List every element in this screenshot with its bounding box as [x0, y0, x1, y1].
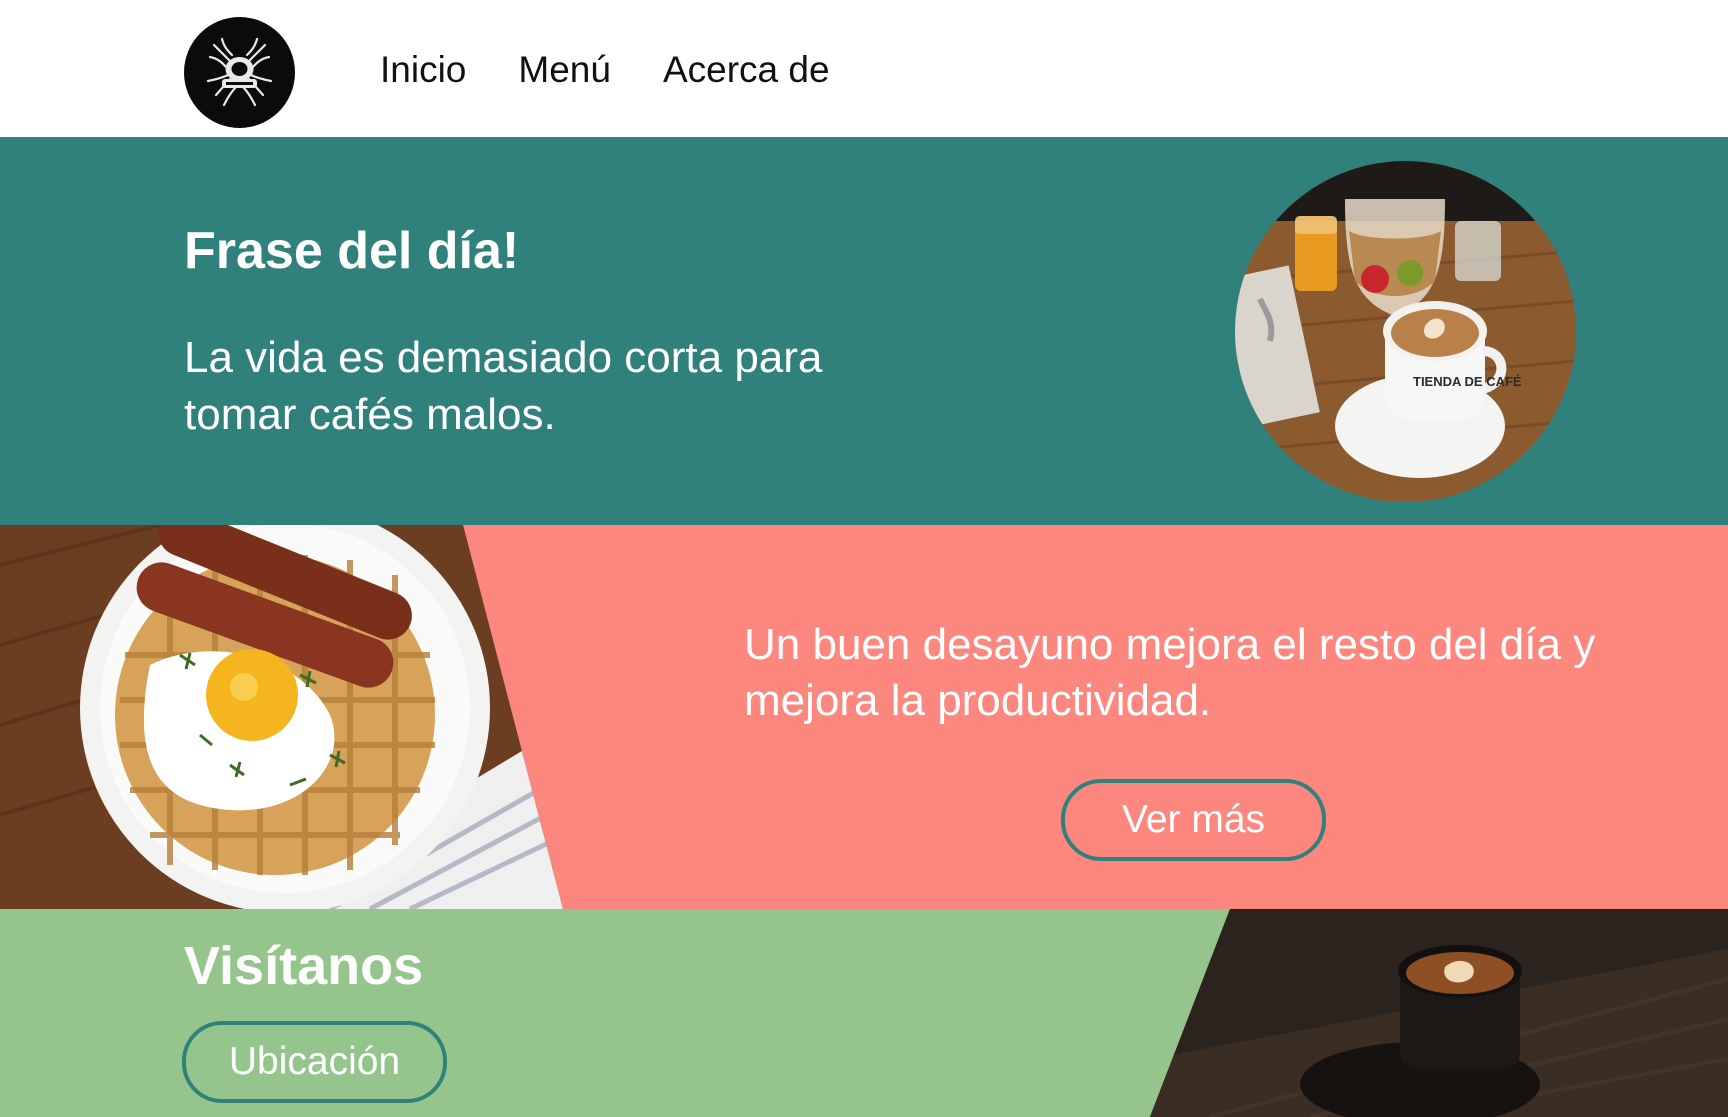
nav-menu[interactable]: Menú — [518, 48, 611, 92]
waffle-breakfast-photo — [0, 525, 563, 909]
coffee-table-photo: TIENDA DE CAFÉ — [1235, 161, 1576, 502]
breakfast-section: Un buen desayuno mejora el resto del día… — [0, 525, 1728, 909]
site-header: Inicio Menú Acerca de — [0, 0, 1728, 137]
latte-cup-photo — [1150, 909, 1728, 1117]
main-nav: Inicio Menú Acerca de — [380, 48, 830, 92]
cup-text: TIENDA DE CAFÉ — [1413, 374, 1522, 389]
quote-text: La vida es demasiado corta para tomar ca… — [184, 333, 823, 439]
nav-acerca-de[interactable]: Acerca de — [663, 48, 830, 92]
nav-inicio[interactable]: Inicio — [380, 48, 466, 92]
ubicacion-button[interactable]: Ubicación — [182, 1021, 447, 1103]
ver-mas-button[interactable]: Ver más — [1061, 779, 1326, 861]
visit-section: Visítanos Ubicación — [0, 909, 1728, 1117]
breakfast-text: Un buen desayuno mejora el resto del día… — [744, 620, 1596, 725]
quote-title: Frase del día! — [184, 222, 520, 280]
quote-section: Frase del día! La vida es demasiado cort… — [0, 137, 1728, 525]
visit-title: Visítanos — [184, 936, 424, 996]
cafe-logo-icon[interactable] — [184, 17, 295, 128]
